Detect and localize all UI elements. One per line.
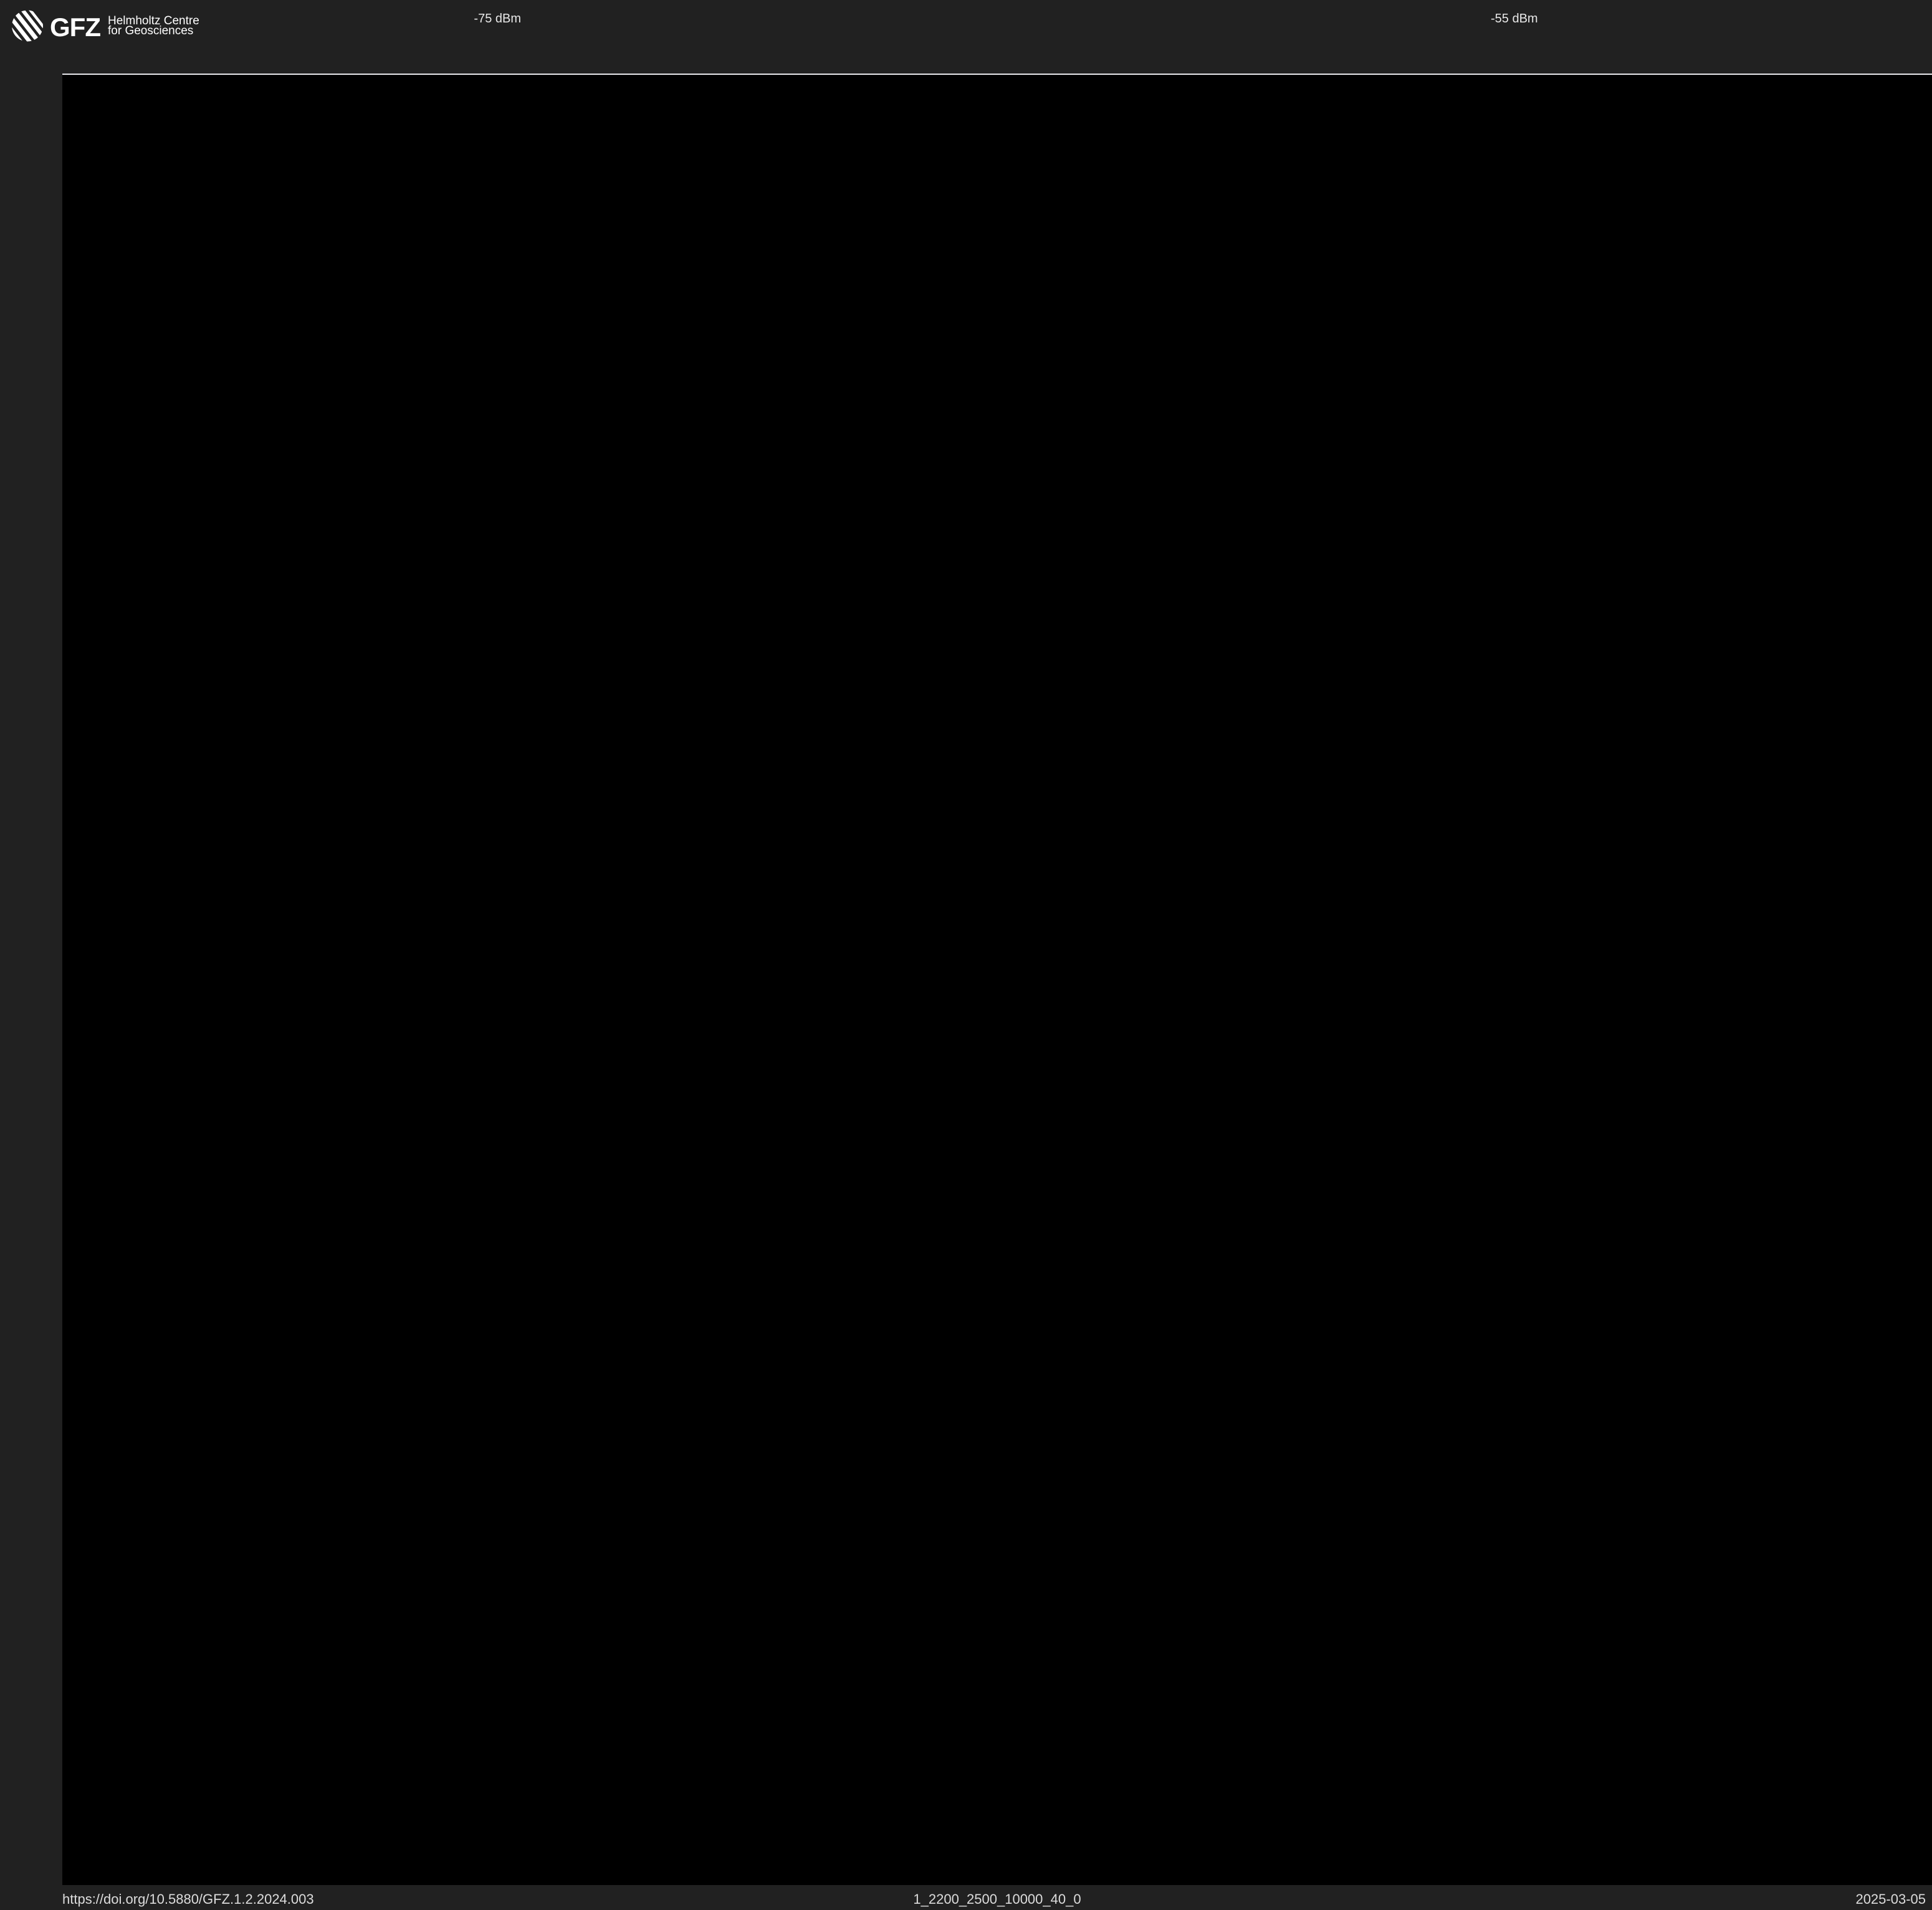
colorbar-min-label: -75 dBm [474, 12, 521, 26]
date-label: 2025-03-05 [1855, 1891, 1926, 1907]
gfz-logo-subtitle: Helmholtz Centre for Geosciences [108, 15, 199, 37]
spectrogram-page: GFZ Helmholtz Centre for Geosciences -75… [0, 0, 1932, 1910]
spectrogram-canvas [62, 75, 1932, 1885]
colorbar-max-label: -55 dBm [1491, 12, 1538, 26]
colorbar-gradient [530, 12, 1461, 26]
gfz-logo-subtitle-line2: for Geosciences [108, 24, 194, 37]
gfz-logo-text: GFZ [50, 12, 101, 42]
gfz-logo-icon [11, 9, 44, 42]
